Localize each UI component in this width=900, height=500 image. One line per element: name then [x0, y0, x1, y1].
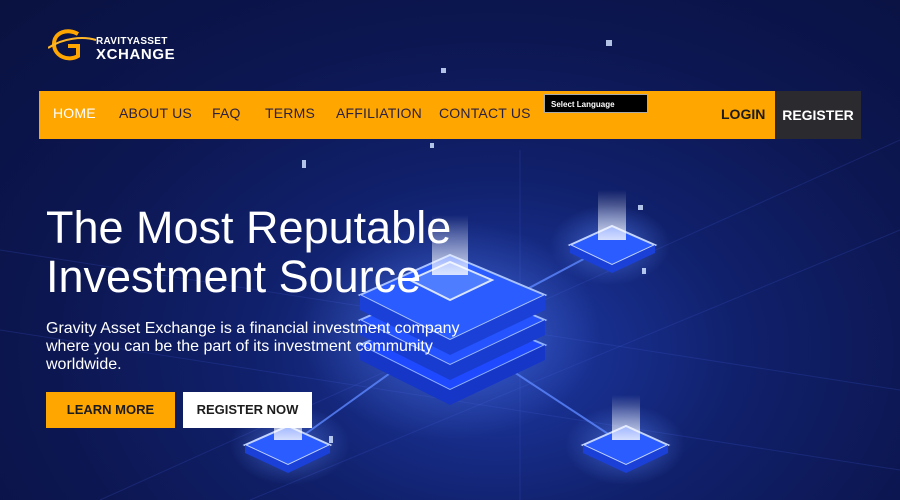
nav-faq[interactable]: FAQ — [212, 105, 241, 121]
learn-more-button[interactable]: LEARN MORE — [46, 392, 175, 428]
register-nav-button[interactable]: REGISTER — [775, 91, 861, 139]
logo-swoosh-icon — [48, 29, 97, 61]
nav-affiliation[interactable]: AFFILIATION — [336, 105, 422, 121]
main-navbar: HOME ABOUT US FAQ TERMS AFFILIATION CONT… — [39, 91, 861, 139]
nav-terms[interactable]: TERMS — [265, 105, 315, 121]
logo-text-bottom: XCHANGE — [96, 46, 176, 63]
login-link[interactable]: LOGIN — [721, 106, 765, 122]
brand-logo[interactable]: RAVITYASSET XCHANGE — [48, 26, 198, 66]
register-now-button[interactable]: REGISTER NOW — [183, 392, 312, 428]
hero-title-line2: Investment Source — [46, 251, 422, 302]
language-select[interactable]: Select Language — [544, 94, 648, 113]
nav-contact-us[interactable]: CONTACT US — [439, 105, 531, 121]
hero-description: Gravity Asset Exchange is a financial in… — [46, 320, 460, 373]
hero-title: The Most Reputable Investment Source — [46, 203, 451, 301]
hero-title-line1: The Most Reputable — [46, 202, 452, 253]
nav-about-us[interactable]: ABOUT US — [119, 105, 192, 121]
nav-home[interactable]: HOME — [53, 105, 96, 121]
